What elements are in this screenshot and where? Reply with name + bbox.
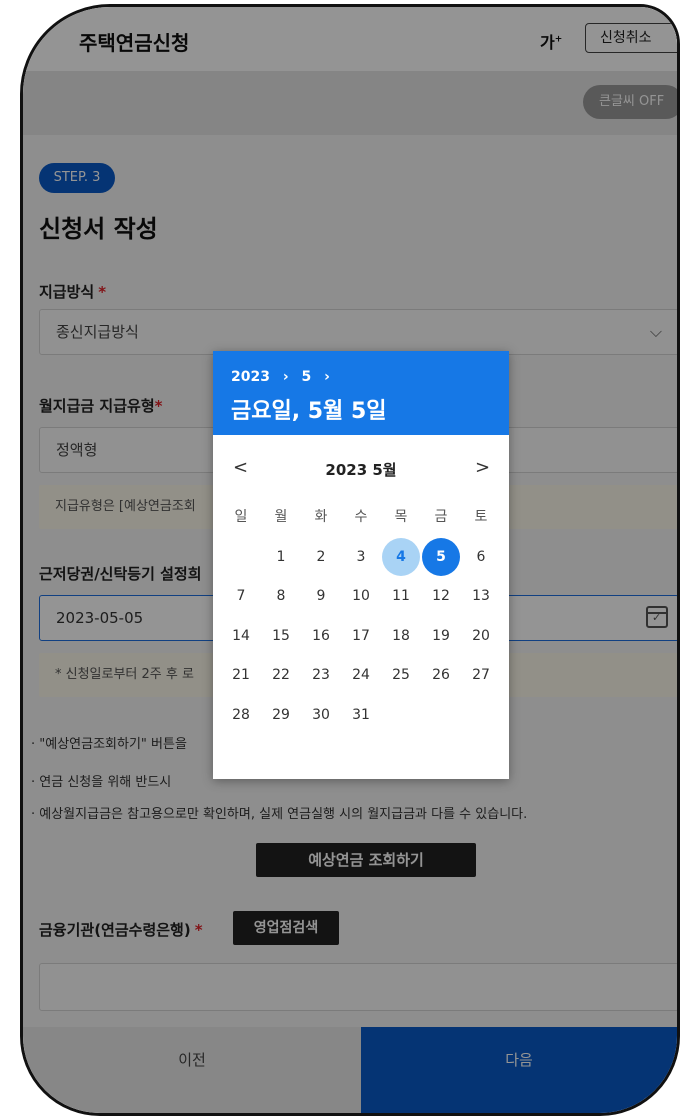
calendar-day-label: 21 — [232, 667, 250, 683]
calendar-day-label: 9 — [316, 588, 326, 604]
calendar-day[interactable]: 14 — [221, 616, 261, 656]
calendar-day[interactable]: 31 — [341, 695, 381, 735]
next-month-icon[interactable]: > — [475, 457, 490, 478]
crumb-year[interactable]: 2023 › — [231, 369, 289, 385]
calendar-day-label: 10 — [352, 588, 370, 604]
calendar-day[interactable]: 19 — [421, 616, 461, 656]
calendar-day[interactable]: 8 — [261, 576, 301, 616]
calendar-day-label: 13 — [472, 588, 490, 604]
calendar-day[interactable]: 11 — [381, 576, 421, 616]
calendar-day[interactable]: 22 — [261, 655, 301, 695]
weekday-label: 토 — [474, 509, 488, 525]
calendar-day[interactable]: 3 — [341, 537, 381, 577]
calendar-day-label: 12 — [432, 588, 450, 604]
calendar-day-label: 5 — [422, 537, 460, 576]
calendar-day-label: 4 — [382, 537, 420, 576]
calendar-day[interactable]: 6 — [461, 537, 501, 577]
date-picker-header: 2023 › 5 › 금요일, 5월 5일 — [213, 351, 509, 435]
calendar-day-label: 15 — [272, 627, 290, 644]
calendar-day-label: 30 — [312, 706, 330, 723]
calendar-day[interactable]: 21 — [221, 655, 261, 695]
calendar-day-label: 17 — [352, 627, 370, 644]
calendar-day[interactable]: 26 — [421, 655, 461, 695]
weekday-label: 금 — [434, 509, 448, 525]
calendar-day[interactable]: 13 — [461, 576, 501, 616]
calendar-day[interactable]: 10 — [341, 576, 381, 616]
calendar-day-label: 22 — [272, 667, 290, 683]
weekday-label: 수 — [354, 509, 368, 525]
weekday-label: 화 — [314, 509, 328, 525]
calendar-day[interactable]: 18 — [381, 616, 421, 656]
calendar-day[interactable]: 9 — [301, 576, 341, 616]
calendar-day-label: 19 — [432, 627, 450, 644]
crumb-month[interactable]: 5 › — [302, 369, 330, 385]
calendar-day-label: 27 — [472, 667, 490, 683]
calendar-day[interactable]: 4 — [381, 537, 421, 577]
device-frame: 주택연금신청 가+ 신청취소 큰글씨 OFF STEP. 3 신청서 작성 지급… — [20, 4, 680, 1116]
calendar-day-label: 28 — [232, 706, 250, 723]
weekday-label: 일 — [234, 509, 248, 525]
calendar-day[interactable]: 1 — [261, 537, 301, 577]
date-picker: 2023 › 5 › 금요일, 5월 5일 < 2023 5월 > 일월화수목금… — [213, 351, 509, 779]
calendar-day-label: 8 — [276, 588, 286, 604]
calendar-day[interactable]: 24 — [341, 655, 381, 695]
calendar-day-label: 3 — [356, 548, 366, 565]
calendar-day-label: 20 — [472, 627, 490, 644]
calendar-day-label: 23 — [312, 667, 330, 683]
calendar-day-label: 29 — [272, 706, 290, 723]
calendar-day[interactable]: 29 — [261, 695, 301, 735]
calendar-day[interactable]: 25 — [381, 655, 421, 695]
calendar-day-label: 7 — [236, 588, 246, 604]
date-picker-crumb: 2023 › 5 › — [231, 369, 338, 385]
calendar-day[interactable]: 23 — [301, 655, 341, 695]
calendar-day-label: 6 — [476, 548, 486, 565]
calendar-day[interactable]: 15 — [261, 616, 301, 656]
calendar-day[interactable]: 7 — [221, 576, 261, 616]
calendar-day-label: 26 — [432, 667, 450, 683]
calendar-day-label: 1 — [276, 548, 286, 565]
calendar-day-label: 2 — [316, 548, 326, 565]
calendar-day-label: 25 — [392, 667, 410, 683]
calendar-day-label: 16 — [312, 627, 330, 644]
calendar-day[interactable]: 16 — [301, 616, 341, 656]
calendar-day-label: 31 — [352, 706, 370, 723]
calendar-day-label: 11 — [392, 588, 410, 604]
weekday-label: 목 — [394, 509, 408, 525]
calendar-day[interactable]: 17 — [341, 616, 381, 656]
calendar-day[interactable]: 28 — [221, 695, 261, 735]
calendar-day-label: 14 — [232, 627, 250, 644]
month-label: 2023 5월 — [325, 461, 397, 479]
calendar-day[interactable]: 12 — [421, 576, 461, 616]
calendar-day-label: 24 — [352, 667, 370, 683]
calendar-day[interactable]: 27 — [461, 655, 501, 695]
selected-date-display: 금요일, 5월 5일 — [231, 399, 387, 424]
calendar-day-label: 18 — [392, 627, 410, 644]
calendar-day[interactable]: 5 — [421, 537, 461, 577]
calendar-day[interactable]: 20 — [461, 616, 501, 656]
screen: 주택연금신청 가+ 신청취소 큰글씨 OFF STEP. 3 신청서 작성 지급… — [23, 7, 677, 1113]
calendar-day[interactable]: 30 — [301, 695, 341, 735]
weekday-label: 월 — [274, 509, 288, 525]
calendar-day[interactable]: 2 — [301, 537, 341, 577]
